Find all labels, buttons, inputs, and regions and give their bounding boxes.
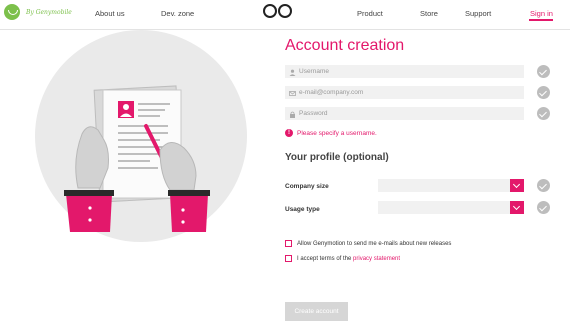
username-check-icon <box>537 65 550 78</box>
mail-icon <box>289 89 296 96</box>
user-icon <box>289 68 296 76</box>
email-check-icon <box>537 86 550 99</box>
error-text: Please specify a username. <box>297 129 377 137</box>
lock-icon <box>289 110 296 118</box>
page-title: Account creation <box>285 37 405 54</box>
company-size-label: Company size <box>285 183 329 190</box>
username-field[interactable]: Username <box>285 65 524 78</box>
terms-checkbox[interactable] <box>285 255 292 262</box>
privacy-statement-link[interactable]: privacy statement <box>353 256 400 262</box>
username-error: ! Please specify a username. <box>285 129 377 137</box>
chevron-down-icon[interactable] <box>510 201 524 214</box>
username-placeholder: Username <box>299 68 329 75</box>
terms-prefix: I accept terms of the <box>297 255 354 262</box>
terms-label: I accept terms of the privacy statement <box>297 256 400 262</box>
company-size-select[interactable] <box>378 179 524 192</box>
company-size-check-icon <box>537 179 550 192</box>
error-icon: ! <box>285 129 293 137</box>
password-field[interactable]: Password <box>285 107 524 120</box>
password-placeholder: Password <box>299 110 328 117</box>
chevron-down-icon[interactable] <box>510 179 524 192</box>
newsletter-option[interactable]: Allow Genymotion to send me e-mails abou… <box>285 240 451 247</box>
email-placeholder: e-mail@company.com <box>299 89 364 96</box>
create-account-button[interactable]: Create account <box>285 302 348 321</box>
terms-option[interactable]: I accept terms of the privacy statement <box>285 255 400 262</box>
usage-type-check-icon <box>537 201 550 214</box>
profile-title: Your profile (optional) <box>285 152 389 163</box>
newsletter-label: Allow Genymotion to send me e-mails abou… <box>297 240 452 247</box>
usage-type-select[interactable] <box>378 201 524 214</box>
usage-type-label: Usage type <box>285 206 320 213</box>
newsletter-checkbox[interactable] <box>285 240 292 247</box>
password-check-icon <box>537 107 550 120</box>
email-field[interactable]: e-mail@company.com <box>285 86 524 99</box>
